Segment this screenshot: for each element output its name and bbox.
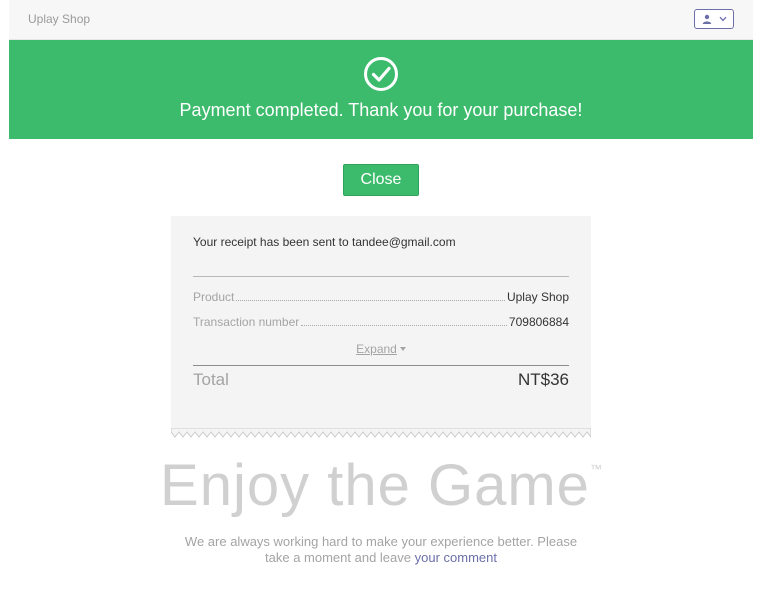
- divider: [193, 276, 569, 277]
- brand-name: Uplay Shop: [28, 12, 91, 26]
- transaction-value: 709806884: [508, 315, 569, 329]
- account-menu-button[interactable]: [694, 9, 734, 29]
- enjoy-the-game-slogan: Enjoy the Game™: [9, 452, 753, 519]
- receipt-sent-text: Your receipt has been sent to tandee@gma…: [193, 235, 456, 249]
- expand-link[interactable]: Expand: [356, 342, 406, 356]
- total-label: Total: [193, 370, 229, 389]
- expand-label: Expand: [356, 342, 397, 356]
- receipt-row-transaction: Transaction number 709806884: [193, 315, 569, 329]
- product-label: Product: [193, 290, 235, 304]
- payment-success-message: Payment completed. Thank you for your pu…: [179, 100, 583, 120]
- receipt-row-product: Product Uplay Shop: [193, 290, 569, 304]
- receipt-torn-edge: [171, 428, 591, 438]
- trademark-symbol: ™: [589, 462, 602, 476]
- checkmark-circle-icon: [364, 57, 398, 91]
- total-amount: NT$36: [517, 370, 569, 389]
- top-bar: Uplay Shop: [9, 0, 753, 40]
- dotted-leader: [301, 325, 507, 326]
- slogan-text: Enjoy the Game: [160, 453, 590, 518]
- product-value: Uplay Shop: [506, 290, 569, 304]
- close-button[interactable]: Close: [343, 164, 419, 196]
- transaction-label: Transaction number: [193, 315, 300, 329]
- feedback-message: We are always working hard to make your …: [171, 534, 591, 566]
- chevron-down-icon: [719, 16, 726, 22]
- person-icon: [702, 14, 711, 24]
- page: Uplay Shop Payment completed. Thank you …: [9, 0, 753, 599]
- payment-success-banner: Payment completed. Thank you for your pu…: [9, 40, 753, 139]
- feedback-text: We are always working hard to make your …: [184, 534, 578, 565]
- comment-link[interactable]: your comment: [415, 550, 497, 565]
- expand-container: Expand: [171, 342, 591, 356]
- divider: [193, 365, 569, 366]
- dotted-leader: [236, 300, 505, 301]
- receipt-card: Your receipt has been sent to tandee@gma…: [171, 216, 591, 432]
- caret-down-icon: [399, 347, 406, 351]
